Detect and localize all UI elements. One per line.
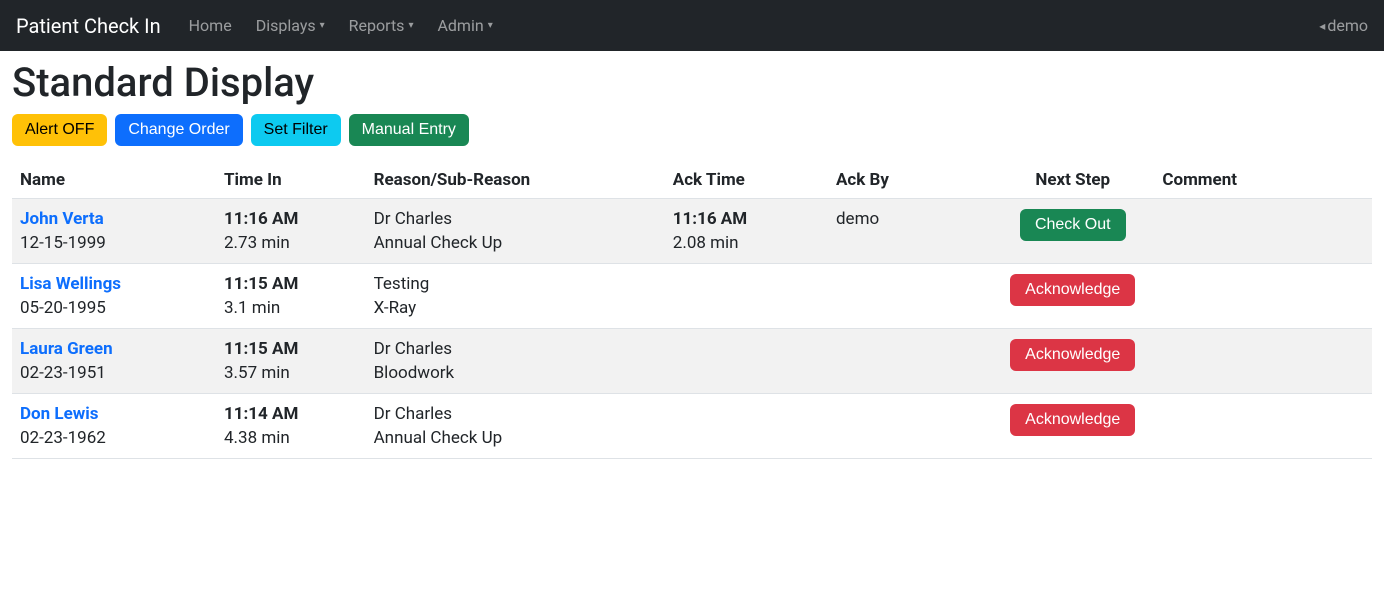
cell-nextstep: Acknowledge (991, 394, 1154, 459)
patient-dob: 12-15-1999 (20, 233, 208, 253)
patient-dob: 02-23-1951 (20, 363, 208, 383)
cell-name: John Verta 12-15-1999 (12, 199, 216, 264)
cell-ackby (828, 394, 991, 459)
acknowledge-button[interactable]: Acknowledge (1010, 404, 1135, 436)
main-container: Standard Display Alert OFF Change Order … (0, 51, 1384, 471)
chevron-down-icon: ▾ (488, 20, 493, 31)
col-ackby-header: Ack By (828, 162, 991, 199)
table-row: John Verta 12-15-1999 11:16 AM 2.73 min Dr C… (12, 199, 1372, 264)
cell-timein: 11:16 AM 2.73 min (216, 199, 366, 264)
col-timein-header: Time In (216, 162, 366, 199)
reason: Testing (374, 274, 657, 294)
ack-time-duration: 2.08 min (673, 233, 820, 253)
table-row: Don Lewis 02-23-1962 11:14 AM 4.38 min Dr Ch… (12, 394, 1372, 459)
cell-reason: Testing X-Ray (366, 264, 665, 329)
patient-name-link[interactable]: Laura Green (20, 339, 208, 359)
acknowledge-button[interactable]: Acknowledge (1010, 274, 1135, 306)
reason: Dr Charles (374, 339, 657, 359)
cell-acktime (665, 394, 828, 459)
patient-dob: 02-23-1962 (20, 428, 208, 448)
cell-timein: 11:15 AM 3.1 min (216, 264, 366, 329)
patient-name-link[interactable]: Lisa Wellings (20, 274, 208, 294)
time-in-value: 11:14 AM (224, 404, 358, 424)
manual-entry-button[interactable]: Manual Entry (349, 114, 469, 146)
patient-name-link[interactable]: John Verta (20, 209, 208, 229)
col-reason-header: Reason/Sub-Reason (366, 162, 665, 199)
page-title: Standard Display (12, 59, 1372, 106)
patient-table: Name Time In Reason/Sub-Reason Ack Time … (12, 162, 1372, 459)
cell-comment (1154, 199, 1372, 264)
cell-ackby (828, 264, 991, 329)
cell-nextstep: Acknowledge (991, 264, 1154, 329)
col-comment-header: Comment (1154, 162, 1372, 199)
col-name-header: Name (12, 162, 216, 199)
cell-name: Lisa Wellings 05-20-1995 (12, 264, 216, 329)
col-acktime-header: Ack Time (665, 162, 828, 199)
sub-reason: X-Ray (374, 298, 657, 318)
action-buttons: Alert OFF Change Order Set Filter Manual… (12, 114, 1372, 146)
acknowledge-button[interactable]: Acknowledge (1010, 339, 1135, 371)
change-order-button[interactable]: Change Order (115, 114, 242, 146)
time-in-duration: 3.1 min (224, 298, 358, 318)
ack-time-value: 11:16 AM (673, 209, 820, 229)
time-in-duration: 3.57 min (224, 363, 358, 383)
nav-link-displays[interactable]: Displays ▾ (244, 8, 337, 43)
cell-reason: Dr Charles Bloodwork (366, 329, 665, 394)
table-header-row: Name Time In Reason/Sub-Reason Ack Time … (12, 162, 1372, 199)
nav-link-label: Reports (349, 16, 405, 35)
cell-comment (1154, 394, 1372, 459)
main-navbar: Patient Check In HomeDisplays▾Reports▾Ad… (0, 0, 1384, 51)
cell-acktime (665, 329, 828, 394)
nav-link-admin[interactable]: Admin ▾ (425, 8, 504, 43)
nav-link-label: Admin (437, 16, 483, 35)
sub-reason: Bloodwork (374, 363, 657, 383)
cell-acktime (665, 264, 828, 329)
nav-link-label: Home (189, 16, 232, 35)
col-nextstep-header: Next Step (991, 162, 1154, 199)
cell-timein: 11:14 AM 4.38 min (216, 394, 366, 459)
nav-link-home[interactable]: Home (177, 8, 244, 43)
brand-link[interactable]: Patient Check In (16, 14, 161, 38)
time-in-duration: 4.38 min (224, 428, 358, 448)
chevron-down-icon: ▾ (408, 20, 413, 31)
back-caret-icon: ◂ (1319, 19, 1325, 33)
time-in-value: 11:15 AM (224, 274, 358, 294)
sub-reason: Annual Check Up (374, 428, 657, 448)
cell-ackby (828, 329, 991, 394)
reason: Dr Charles (374, 404, 657, 424)
cell-nextstep: Check Out (991, 199, 1154, 264)
alert-off-button[interactable]: Alert OFF (12, 114, 107, 146)
nav-user-label: demo (1327, 16, 1368, 35)
table-row: Laura Green 02-23-1951 11:15 AM 3.57 min Dr … (12, 329, 1372, 394)
nav-link-label: Displays (256, 16, 316, 35)
time-in-duration: 2.73 min (224, 233, 358, 253)
chevron-down-icon: ▾ (320, 20, 325, 31)
nav-user[interactable]: ◂ demo (1319, 16, 1368, 35)
cell-timein: 11:15 AM 3.57 min (216, 329, 366, 394)
cell-acktime: 11:16 AM 2.08 min (665, 199, 828, 264)
cell-ackby: demo (828, 199, 991, 264)
patient-name-link[interactable]: Don Lewis (20, 404, 208, 424)
patient-dob: 05-20-1995 (20, 298, 208, 318)
cell-comment (1154, 264, 1372, 329)
reason: Dr Charles (374, 209, 657, 229)
nav-link-reports[interactable]: Reports▾ (337, 8, 426, 43)
time-in-value: 11:15 AM (224, 339, 358, 359)
cell-nextstep: Acknowledge (991, 329, 1154, 394)
sub-reason: Annual Check Up (374, 233, 657, 253)
cell-reason: Dr Charles Annual Check Up (366, 394, 665, 459)
cell-name: Laura Green 02-23-1951 (12, 329, 216, 394)
set-filter-button[interactable]: Set Filter (251, 114, 341, 146)
check-out-button[interactable]: Check Out (1020, 209, 1126, 241)
time-in-value: 11:16 AM (224, 209, 358, 229)
table-row: Lisa Wellings 05-20-1995 11:15 AM 3.1 min Te… (12, 264, 1372, 329)
nav-items: HomeDisplays▾Reports▾Admin▾ (177, 8, 505, 43)
cell-comment (1154, 329, 1372, 394)
cell-name: Don Lewis 02-23-1962 (12, 394, 216, 459)
cell-reason: Dr Charles Annual Check Up (366, 199, 665, 264)
